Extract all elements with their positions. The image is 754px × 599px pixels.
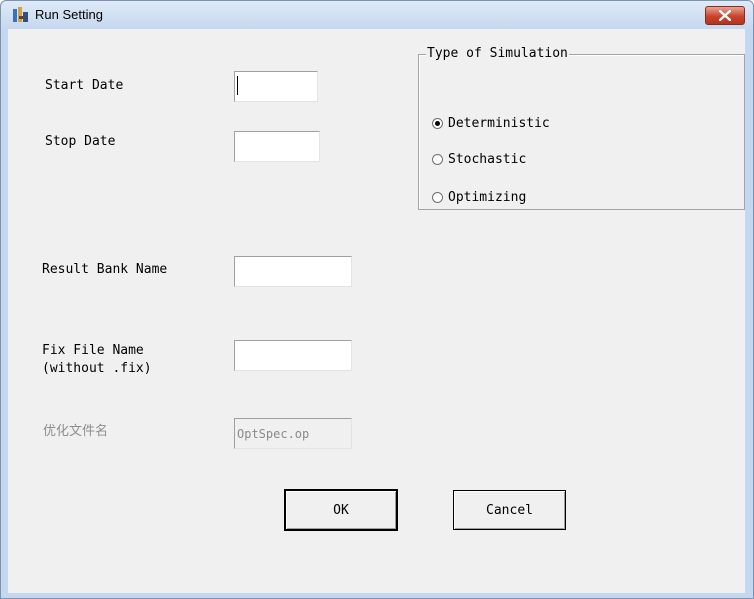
fix-file-name-input[interactable]	[234, 340, 352, 371]
radio-button[interactable]	[432, 192, 443, 203]
simulation-type-group	[418, 54, 745, 210]
text-caret	[237, 76, 238, 95]
simulation-type-title: Type of Simulation	[426, 46, 569, 62]
result-bank-name-label: Result Bank Name	[42, 262, 168, 277]
radio-label: Stochastic	[448, 152, 527, 167]
fix-file-name-label: Fix File Name	[42, 343, 144, 358]
app-icon	[13, 7, 29, 23]
fix-file-name-hint: (without .fix)	[42, 361, 152, 376]
result-bank-name-input[interactable]	[234, 256, 352, 287]
optimization-file-label: 优化文件名	[43, 424, 109, 439]
radio-button[interactable]	[432, 118, 443, 129]
optimization-file-input	[234, 418, 352, 449]
close-button[interactable]	[705, 6, 745, 25]
start-date-field-wrap	[234, 71, 318, 102]
radio-label: Optimizing	[448, 190, 527, 205]
cancel-button[interactable]: Cancel	[453, 490, 566, 530]
start-date-label: Start Date	[45, 78, 124, 93]
title-bar[interactable]: Run Setting	[1, 1, 753, 29]
close-icon	[719, 10, 731, 21]
ok-button[interactable]: OK	[284, 489, 398, 531]
radio-button[interactable]	[432, 154, 443, 165]
stop-date-label: Stop Date	[45, 134, 116, 149]
start-date-input[interactable]	[234, 71, 318, 102]
window-title: Run Setting	[35, 7, 103, 22]
radio-label: Deterministic	[448, 116, 550, 131]
stop-date-input[interactable]	[234, 131, 320, 162]
radio-selected-dot	[435, 121, 440, 126]
